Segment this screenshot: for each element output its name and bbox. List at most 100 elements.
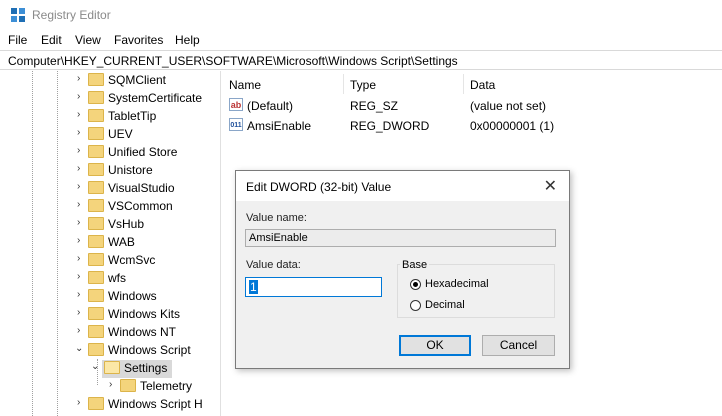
chevron-right-icon[interactable]: › <box>77 271 80 282</box>
value-name: AmsiEnable <box>247 119 312 133</box>
tree-item-label: VsHub <box>108 217 145 231</box>
folder-icon <box>88 289 104 302</box>
chevron-right-icon[interactable]: › <box>77 145 80 156</box>
folder-icon <box>88 235 104 248</box>
tree-item-label: UEV <box>108 127 133 141</box>
tree-item[interactable]: › UEV <box>0 125 218 143</box>
chevron-right-icon[interactable]: › <box>109 379 112 390</box>
chevron-right-icon[interactable]: › <box>77 253 80 264</box>
tree-item[interactable]: › Telemetry <box>0 377 218 395</box>
column-header-type[interactable]: Type <box>350 78 376 92</box>
column-divider[interactable] <box>343 74 344 94</box>
tree-item-label: Settings <box>124 361 168 375</box>
value-row[interactable]: 011 AmsiEnable REG_DWORD 0x00000001 (1) <box>222 115 722 135</box>
value-name-field: AmsiEnable <box>245 229 556 247</box>
tree-item[interactable]: › Windows NT <box>0 323 218 341</box>
tree-item[interactable]: › wfs <box>0 269 218 287</box>
column-header-name[interactable]: Name <box>229 78 261 92</box>
string-value-icon: ab <box>229 98 243 111</box>
chevron-right-icon[interactable]: › <box>77 181 80 192</box>
tree-item[interactable]: › SQMClient <box>0 71 218 89</box>
tree-item[interactable]: › Unistore <box>0 161 218 179</box>
folder-icon <box>88 253 104 266</box>
address-path[interactable]: Computer\HKEY_CURRENT_USER\SOFTWARE\Micr… <box>8 54 458 68</box>
base-groupbox <box>397 264 555 318</box>
chevron-right-icon[interactable]: › <box>77 163 80 174</box>
pane-splitter[interactable] <box>220 71 221 416</box>
tree-item-label: Windows Script <box>108 343 191 357</box>
tree-item[interactable]: › Windows <box>0 287 218 305</box>
tree-item-label: WcmSvc <box>108 253 156 267</box>
chevron-right-icon[interactable]: › <box>77 199 80 210</box>
address-bar[interactable]: Computer\HKEY_CURRENT_USER\SOFTWARE\Micr… <box>0 50 722 70</box>
tree-item-label: Windows Script H <box>108 397 203 411</box>
folder-icon <box>88 163 104 176</box>
close-icon[interactable]: ✕ <box>544 176 557 196</box>
tree-item[interactable]: › Unified Store <box>0 143 218 161</box>
tree-item[interactable]: › VsHub <box>0 215 218 233</box>
tree-item-label: VSCommon <box>108 199 173 213</box>
value-name: (Default) <box>247 99 294 113</box>
chevron-right-icon[interactable]: › <box>77 217 80 228</box>
tree-item-label: Telemetry <box>140 379 193 393</box>
dialog-title-bar: Edit DWORD (32-bit) Value ✕ <box>236 171 569 201</box>
tree-item-label: SQMClient <box>108 73 167 87</box>
value-type: REG_DWORD <box>350 119 430 133</box>
tree-item[interactable]: › Windows Script H <box>0 395 218 413</box>
tree-item-label: Unified Store <box>108 145 178 159</box>
value-data: (value not set) <box>470 99 547 113</box>
tree-item-selected[interactable]: ⌄ Settings <box>0 359 218 377</box>
value-data: 0x00000001 (1) <box>470 119 555 133</box>
chevron-right-icon[interactable]: › <box>77 91 80 102</box>
tree-item-label: Unistore <box>108 163 153 177</box>
tree-item-label: Windows <box>108 289 157 303</box>
chevron-right-icon[interactable]: › <box>77 73 80 84</box>
chevron-right-icon[interactable]: › <box>77 109 80 120</box>
hexadecimal-label[interactable]: Hexadecimal <box>425 278 489 290</box>
folder-icon <box>88 217 104 230</box>
column-header-data[interactable]: Data <box>470 78 495 92</box>
chevron-right-icon[interactable]: › <box>77 235 80 246</box>
tree-item[interactable]: ⌄ Windows Script <box>0 341 218 359</box>
tree-item[interactable]: › SystemCertificate <box>0 89 218 107</box>
ok-button[interactable]: OK <box>399 335 471 356</box>
decimal-radio[interactable] <box>410 300 421 311</box>
column-divider[interactable] <box>463 74 464 94</box>
cancel-button[interactable]: Cancel <box>482 335 555 356</box>
folder-icon <box>88 325 104 338</box>
decimal-label[interactable]: Decimal <box>425 299 465 311</box>
chevron-right-icon[interactable]: › <box>77 289 80 300</box>
value-data-field[interactable]: 1 <box>245 277 382 297</box>
chevron-right-icon[interactable]: › <box>77 397 80 408</box>
tree-item[interactable]: › VisualStudio <box>0 179 218 197</box>
folder-icon <box>120 379 136 392</box>
tree-item[interactable]: › Windows Kits <box>0 305 218 323</box>
hexadecimal-radio[interactable] <box>410 279 421 290</box>
menu-edit[interactable]: Edit <box>41 33 62 47</box>
menu-favorites[interactable]: Favorites <box>114 33 163 47</box>
tree-item[interactable]: › WAB <box>0 233 218 251</box>
tree-item[interactable]: › TabletTip <box>0 107 218 125</box>
tree-item-label: VisualStudio <box>108 181 175 195</box>
value-type: REG_SZ <box>350 99 399 113</box>
folder-icon <box>88 199 104 212</box>
base-label: Base <box>400 259 430 271</box>
chevron-right-icon[interactable]: › <box>77 325 80 336</box>
edit-dword-dialog: Edit DWORD (32-bit) Value ✕ Value name: … <box>235 170 570 369</box>
chevron-down-icon[interactable]: ⌄ <box>91 361 99 372</box>
tree-item[interactable]: › VSCommon <box>0 197 218 215</box>
folder-icon <box>88 91 104 104</box>
menu-bar: File Edit View Favorites Help <box>0 30 722 50</box>
value-row[interactable]: ab (Default) REG_SZ (value not set) <box>222 95 722 115</box>
menu-help[interactable]: Help <box>175 33 200 47</box>
menu-file[interactable]: File <box>8 33 27 47</box>
tree-item[interactable]: › WcmSvc <box>0 251 218 269</box>
folder-open-icon <box>88 343 104 356</box>
chevron-down-icon[interactable]: ⌄ <box>75 343 83 354</box>
tree-item-label: Windows NT <box>108 325 177 339</box>
chevron-right-icon[interactable]: › <box>77 307 80 318</box>
chevron-right-icon[interactable]: › <box>77 127 80 138</box>
menu-view[interactable]: View <box>75 33 101 47</box>
key-tree: › SQMClient › SystemCertificate › Tablet… <box>0 71 218 416</box>
binary-value-icon: 011 <box>229 118 243 131</box>
